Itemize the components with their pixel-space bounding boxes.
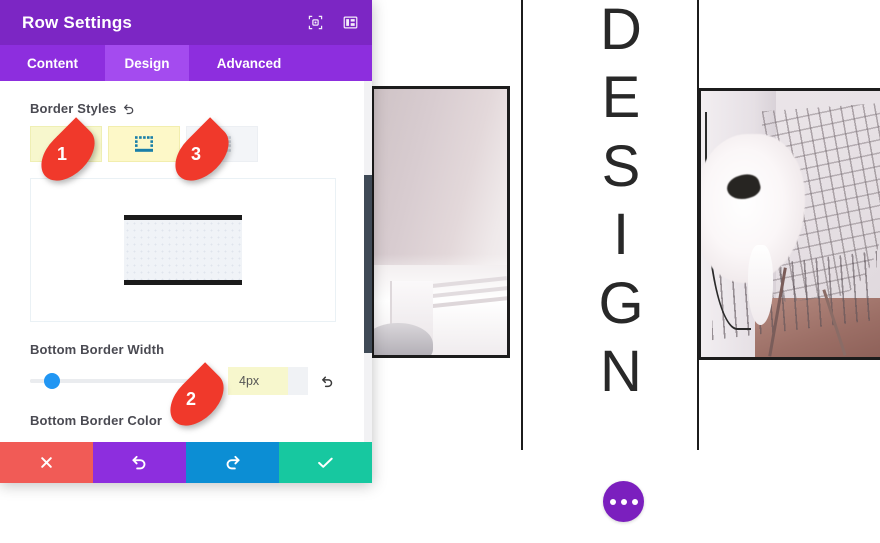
more-options-fab[interactable] — [603, 481, 644, 522]
modal-header-actions — [308, 15, 358, 30]
headline-letter: D — [600, 0, 642, 62]
undo-arrow-icon[interactable] — [123, 103, 135, 115]
width-input[interactable]: 4px — [228, 367, 288, 395]
save-button[interactable] — [279, 442, 372, 483]
headline-design: D E S I G N — [560, 0, 682, 446]
tab-content[interactable]: Content — [0, 45, 105, 81]
headline-letter: N — [600, 339, 642, 405]
modal-scrollbar[interactable] — [364, 81, 372, 483]
headline-letter: S — [601, 133, 641, 199]
border-preview — [30, 178, 336, 322]
headline-letter: G — [598, 270, 644, 336]
callout-marker-1: 1 — [31, 117, 105, 191]
callout-marker-3: 3 — [165, 117, 239, 191]
scrollbar-thumb[interactable] — [364, 175, 372, 353]
bottom-border-width-label: Bottom Border Width — [30, 342, 342, 357]
redo-button[interactable] — [186, 442, 279, 483]
column-divider-left — [521, 0, 523, 450]
headline-letter: E — [601, 65, 641, 131]
page-title: Row Settings — [22, 12, 133, 32]
border-styles-label-text: Border Styles — [30, 101, 117, 116]
dot-icon — [620, 498, 627, 505]
right-image — [698, 88, 880, 360]
focus-target-icon[interactable] — [308, 15, 323, 30]
callout-marker-2: 2 — [160, 362, 234, 436]
border-styles-label: Border Styles — [30, 101, 342, 116]
undo-arrow-icon[interactable] — [321, 375, 334, 388]
headline-letter: I — [612, 202, 630, 268]
width-slider-knob[interactable] — [44, 373, 60, 389]
bottom-border-width-label-text: Bottom Border Width — [30, 342, 165, 357]
width-number-field[interactable]: 4px — [228, 367, 308, 395]
modal-header: Row Settings — [0, 0, 372, 45]
undo-button[interactable] — [93, 442, 186, 483]
dot-icon — [609, 498, 616, 505]
tab-advanced[interactable]: Advanced — [189, 45, 309, 81]
modal-tabs: Content Design Advanced — [0, 45, 372, 81]
marker-number: 3 — [190, 143, 201, 164]
cancel-button[interactable] — [0, 442, 93, 483]
bottom-border-color-label-text: Bottom Border Color — [30, 413, 163, 428]
dot-icon — [631, 498, 638, 505]
modal-footer — [0, 442, 372, 483]
panel-layout-icon[interactable] — [343, 15, 358, 30]
left-image — [371, 86, 510, 358]
marker-number: 2 — [185, 388, 196, 409]
screenshot-root: D E S I G N Row Settings Content Design … — [0, 0, 880, 543]
tab-design[interactable]: Design — [105, 45, 189, 81]
right-image-fur-tail — [747, 245, 773, 326]
border-preview-rect — [124, 215, 242, 285]
width-unit-selector[interactable] — [288, 367, 308, 395]
marker-number: 1 — [56, 143, 67, 164]
